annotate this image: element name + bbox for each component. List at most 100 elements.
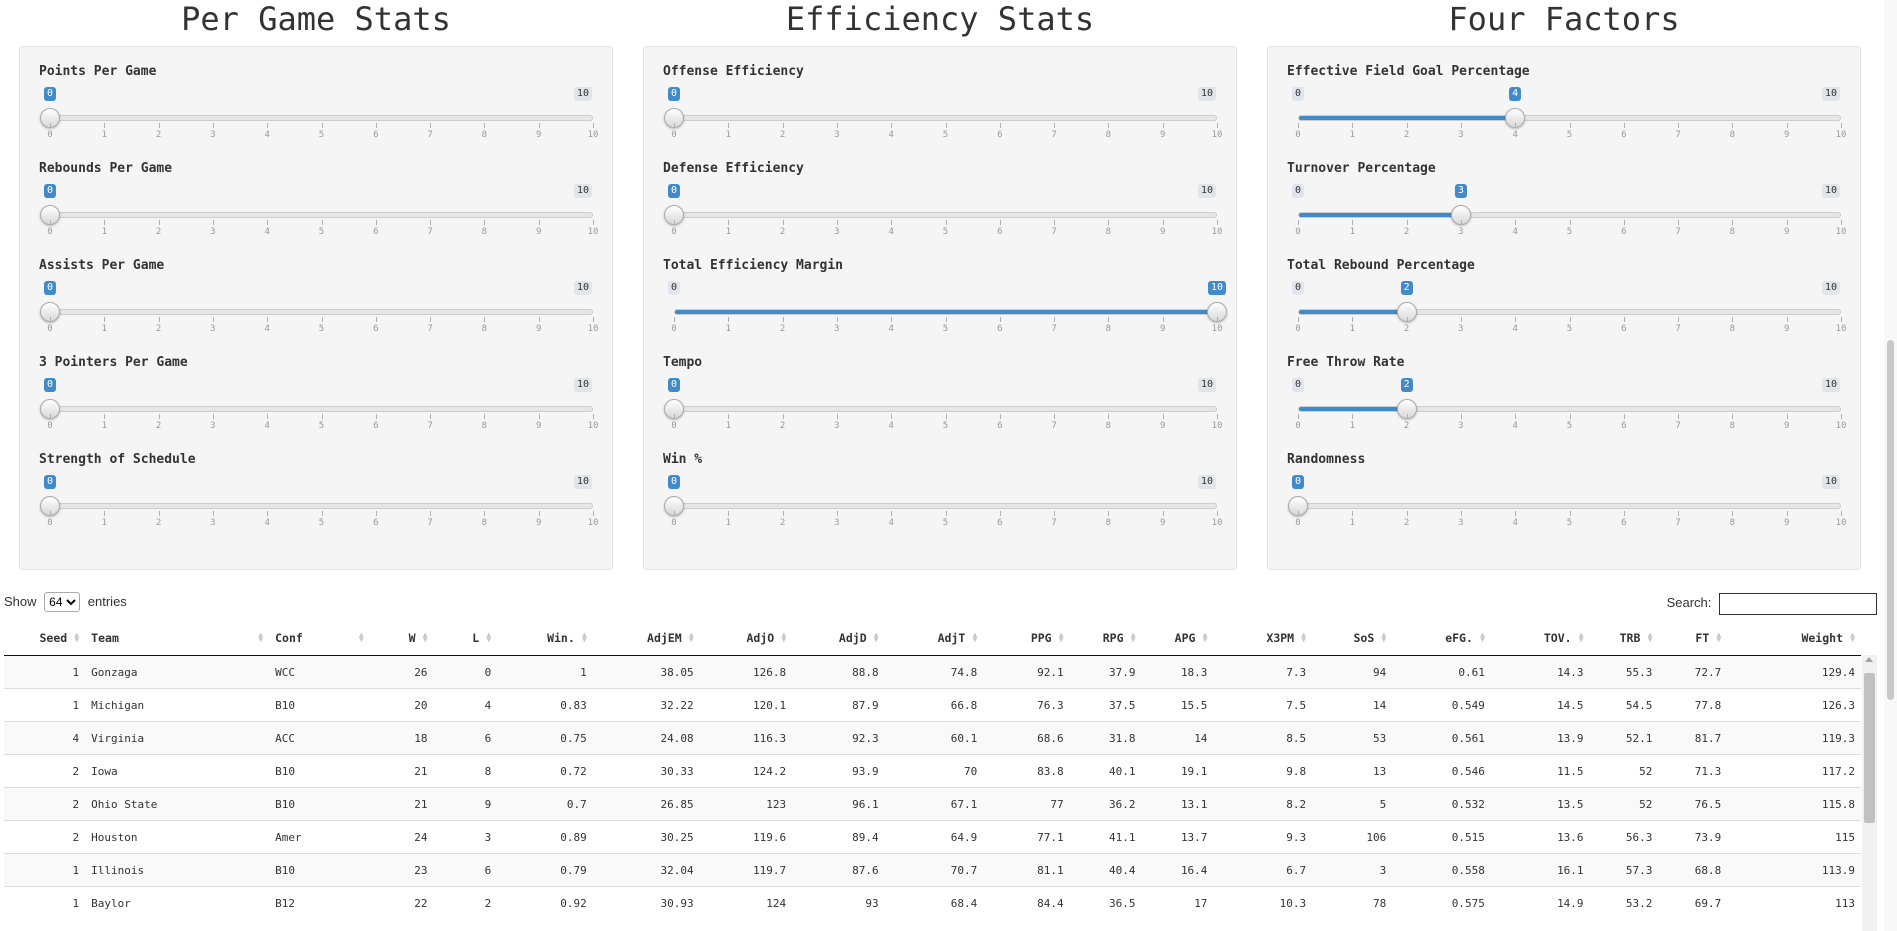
table-row[interactable]: 2 Ohio State B10 21 9 0.7 26.85 123 96.1 67.1 77 36…	[4, 787, 1861, 821]
sort-icon[interactable]: ▲ ▼	[1579, 631, 1584, 644]
page-scrollbar[interactable]	[1884, 0, 1897, 931]
column-header[interactable]: TRB ▲ ▼	[1589, 620, 1659, 656]
slider-tick-label: 6	[373, 421, 379, 431]
slider[interactable]: Defense Efficiency 0 10 0 1 2 3 4 5 6 7 8 9 10	[663, 144, 1222, 241]
slider[interactable]: Win % 0 10 0 1 2 3 4 5 6 7 8 9 10	[663, 435, 1222, 532]
slider[interactable]: Strength of Schedule 0 10 0 1 2 3 4 5 6 7 8 9 10	[39, 435, 598, 532]
sort-icon[interactable]: ▲ ▼	[1648, 631, 1653, 644]
table-scrollbar-thumb[interactable]	[1864, 673, 1875, 823]
sort-icon[interactable]: ▲ ▼	[423, 631, 428, 644]
slider[interactable]: Assists Per Game 0 10 0 1 2 3 4 5 6 7 8 9 10	[39, 241, 598, 338]
slider[interactable]: Randomness 0 10 0 1 2 3 4 5 6 7 8 9 10	[1287, 435, 1846, 532]
sort-icon[interactable]: ▲ ▼	[1301, 631, 1306, 644]
slider-tick	[1406, 511, 1408, 516]
sort-icon[interactable]: ▲ ▼	[689, 631, 694, 644]
sort-icon[interactable]: ▲ ▼	[781, 631, 786, 644]
slider-tick	[158, 123, 160, 128]
entries-select[interactable]: 64	[44, 592, 81, 612]
column-header[interactable]: AdjEM ▲ ▼	[592, 620, 700, 656]
slider-label: Effective Field Goal Percentage	[1287, 64, 1530, 79]
slider-tick	[945, 414, 947, 419]
table-row[interactable]: 1 Michigan B10 20 4 0.83 32.22 120.1 87.9 66.8 76.…	[4, 688, 1861, 722]
table-scrollbar[interactable]	[1862, 655, 1877, 931]
column-header[interactable]: AdjD ▲ ▼	[792, 620, 885, 656]
slider-tick	[1623, 414, 1625, 419]
slider-track[interactable]	[674, 309, 1217, 315]
column-header[interactable]: RPG ▲ ▼	[1069, 620, 1142, 656]
slider-track[interactable]	[1298, 309, 1841, 315]
column-header[interactable]: X3PM ▲ ▼	[1213, 620, 1313, 656]
slider[interactable]: Tempo 0 10 0 1 2 3 4 5 6 7 8 9 10	[663, 338, 1222, 435]
slider-tick-label: 1	[101, 421, 108, 431]
sort-icon[interactable]: ▲ ▼	[1480, 631, 1485, 644]
sort-icon[interactable]: ▲ ▼	[1381, 631, 1386, 644]
slider[interactable]: Effective Field Goal Percentage 4 0 10 0 1 2 3 4…	[1287, 47, 1846, 144]
table-row[interactable]: 1 Illinois B10 23 6 0.79 32.04 119.7 87.6 70.7 81.…	[4, 853, 1861, 887]
table-row[interactable]: 1 Gonzaga WCC 26 0 1 38.05 126.8 88.8 74.8 92.1 37.…	[4, 655, 1861, 689]
column-header[interactable]: Weight ▲ ▼	[1727, 620, 1861, 656]
column-header[interactable]: SoS ▲ ▼	[1312, 620, 1393, 656]
slider-track[interactable]	[1298, 212, 1841, 218]
slider-tick	[484, 511, 486, 516]
slider-tick-label: 9	[535, 421, 542, 431]
column-header[interactable]: FT ▲ ▼	[1658, 620, 1728, 656]
column-header[interactable]: AdjT ▲ ▼	[884, 620, 984, 656]
slider-track[interactable]	[50, 212, 593, 218]
slider[interactable]: Offense Efficiency 0 10 0 1 2 3 4 5 6 7 8 9 10	[663, 47, 1222, 144]
table-row[interactable]: 2 Houston Amer 24 3 0.89 30.25 119.6 89.4 64.9 77.…	[4, 820, 1861, 854]
table-row[interactable]: 1 Baylor B12 22 2 0.92 30.93 124 93 68.4 84.4 36.5 1…	[4, 886, 1861, 919]
slider[interactable]: Total Efficiency Margin 10 0 0 1 2 3 4 5 6 7 8 9 10	[663, 241, 1227, 338]
sort-icon[interactable]: ▲ ▼	[972, 631, 977, 644]
slider-track[interactable]	[50, 503, 593, 509]
search-input[interactable]	[1719, 592, 1877, 615]
slider-track[interactable]	[674, 115, 1217, 121]
column-header[interactable]: APG ▲ ▼	[1141, 620, 1214, 656]
sort-icon[interactable]: ▲ ▼	[74, 631, 79, 644]
slider-track[interactable]	[50, 406, 593, 412]
sort-icon[interactable]: ▲ ▼	[1850, 631, 1855, 644]
table-cell: 13.9	[1490, 721, 1590, 755]
column-header[interactable]: W ▲ ▼	[369, 620, 434, 656]
slider-tick-label: 10	[587, 421, 599, 431]
slider-track[interactable]	[674, 503, 1217, 509]
slider-tick-label: 10	[587, 518, 599, 528]
slider-track[interactable]	[1298, 406, 1841, 412]
slider-track[interactable]	[674, 406, 1217, 412]
slider[interactable]: Total Rebound Percentage 2 0 10 0 1 2 3 4 5 6 7 8 9 10	[1287, 241, 1846, 338]
sort-icon[interactable]: ▲ ▼	[359, 631, 364, 644]
column-header[interactable]: TOV. ▲ ▼	[1490, 620, 1590, 656]
column-header[interactable]: AdjO ▲ ▼	[699, 620, 793, 656]
slider[interactable]: 3 Pointers Per Game 0 10 0 1 2 3 4 5 6 7 8 9 10	[39, 338, 598, 435]
slider-track[interactable]	[674, 212, 1217, 218]
table-cell: Iowa	[85, 754, 270, 788]
sort-icon[interactable]: ▲ ▼	[1203, 631, 1208, 644]
column-header[interactable]: Conf ▲ ▼	[269, 620, 370, 656]
table-row[interactable]: 4 Virginia ACC 18 6 0.75 24.08 116.3 92.3 60.1 68.…	[4, 721, 1861, 755]
slider-tick	[891, 123, 893, 128]
table-row[interactable]: 2 Iowa B10 21 8 0.72 30.33 124.2 93.9 70 83.8 40.1 1…	[4, 754, 1861, 788]
column-header[interactable]: Team ▲ ▼	[85, 620, 270, 656]
sort-icon[interactable]: ▲ ▼	[582, 631, 587, 644]
scroll-up-arrow-icon[interactable]	[1865, 657, 1873, 662]
slider[interactable]: Turnover Percentage 3 0 10 0 1 2 3 4 5 6 7 8 9 10	[1287, 144, 1846, 241]
column-header[interactable]: eFG. ▲ ▼	[1392, 620, 1491, 656]
column-header[interactable]: PPG ▲ ▼	[983, 620, 1070, 656]
slider[interactable]: Points Per Game 0 10 0 1 2 3 4 5 6 7 8 9 10	[39, 47, 598, 144]
slider-track[interactable]	[1298, 115, 1841, 121]
sort-icon[interactable]: ▲ ▼	[1059, 631, 1064, 644]
sort-icon[interactable]: ▲ ▼	[1716, 631, 1721, 644]
slider-track[interactable]	[50, 309, 593, 315]
slider-track[interactable]	[50, 115, 593, 121]
sort-icon[interactable]: ▲ ▼	[874, 631, 879, 644]
column-header[interactable]: Win. ▲ ▼	[497, 620, 593, 656]
slider[interactable]: Free Throw Rate 2 0 10 0 1 2 3 4 5 6 7 8 9 10	[1287, 338, 1846, 435]
column-header[interactable]: L ▲ ▼	[433, 620, 498, 656]
slider[interactable]: Rebounds Per Game 0 10 0 1 2 3 4 5 6 7 8 9 10	[39, 144, 598, 241]
sort-icon[interactable]: ▲ ▼	[258, 631, 263, 644]
slider-max-badge: 10	[1197, 475, 1217, 489]
page-scrollbar-thumb[interactable]	[1887, 340, 1894, 700]
column-header[interactable]: Seed ▲ ▼	[4, 620, 86, 656]
sort-icon[interactable]: ▲ ▼	[1131, 631, 1136, 644]
slider-track[interactable]	[1298, 503, 1841, 509]
sort-icon[interactable]: ▲ ▼	[486, 631, 491, 644]
